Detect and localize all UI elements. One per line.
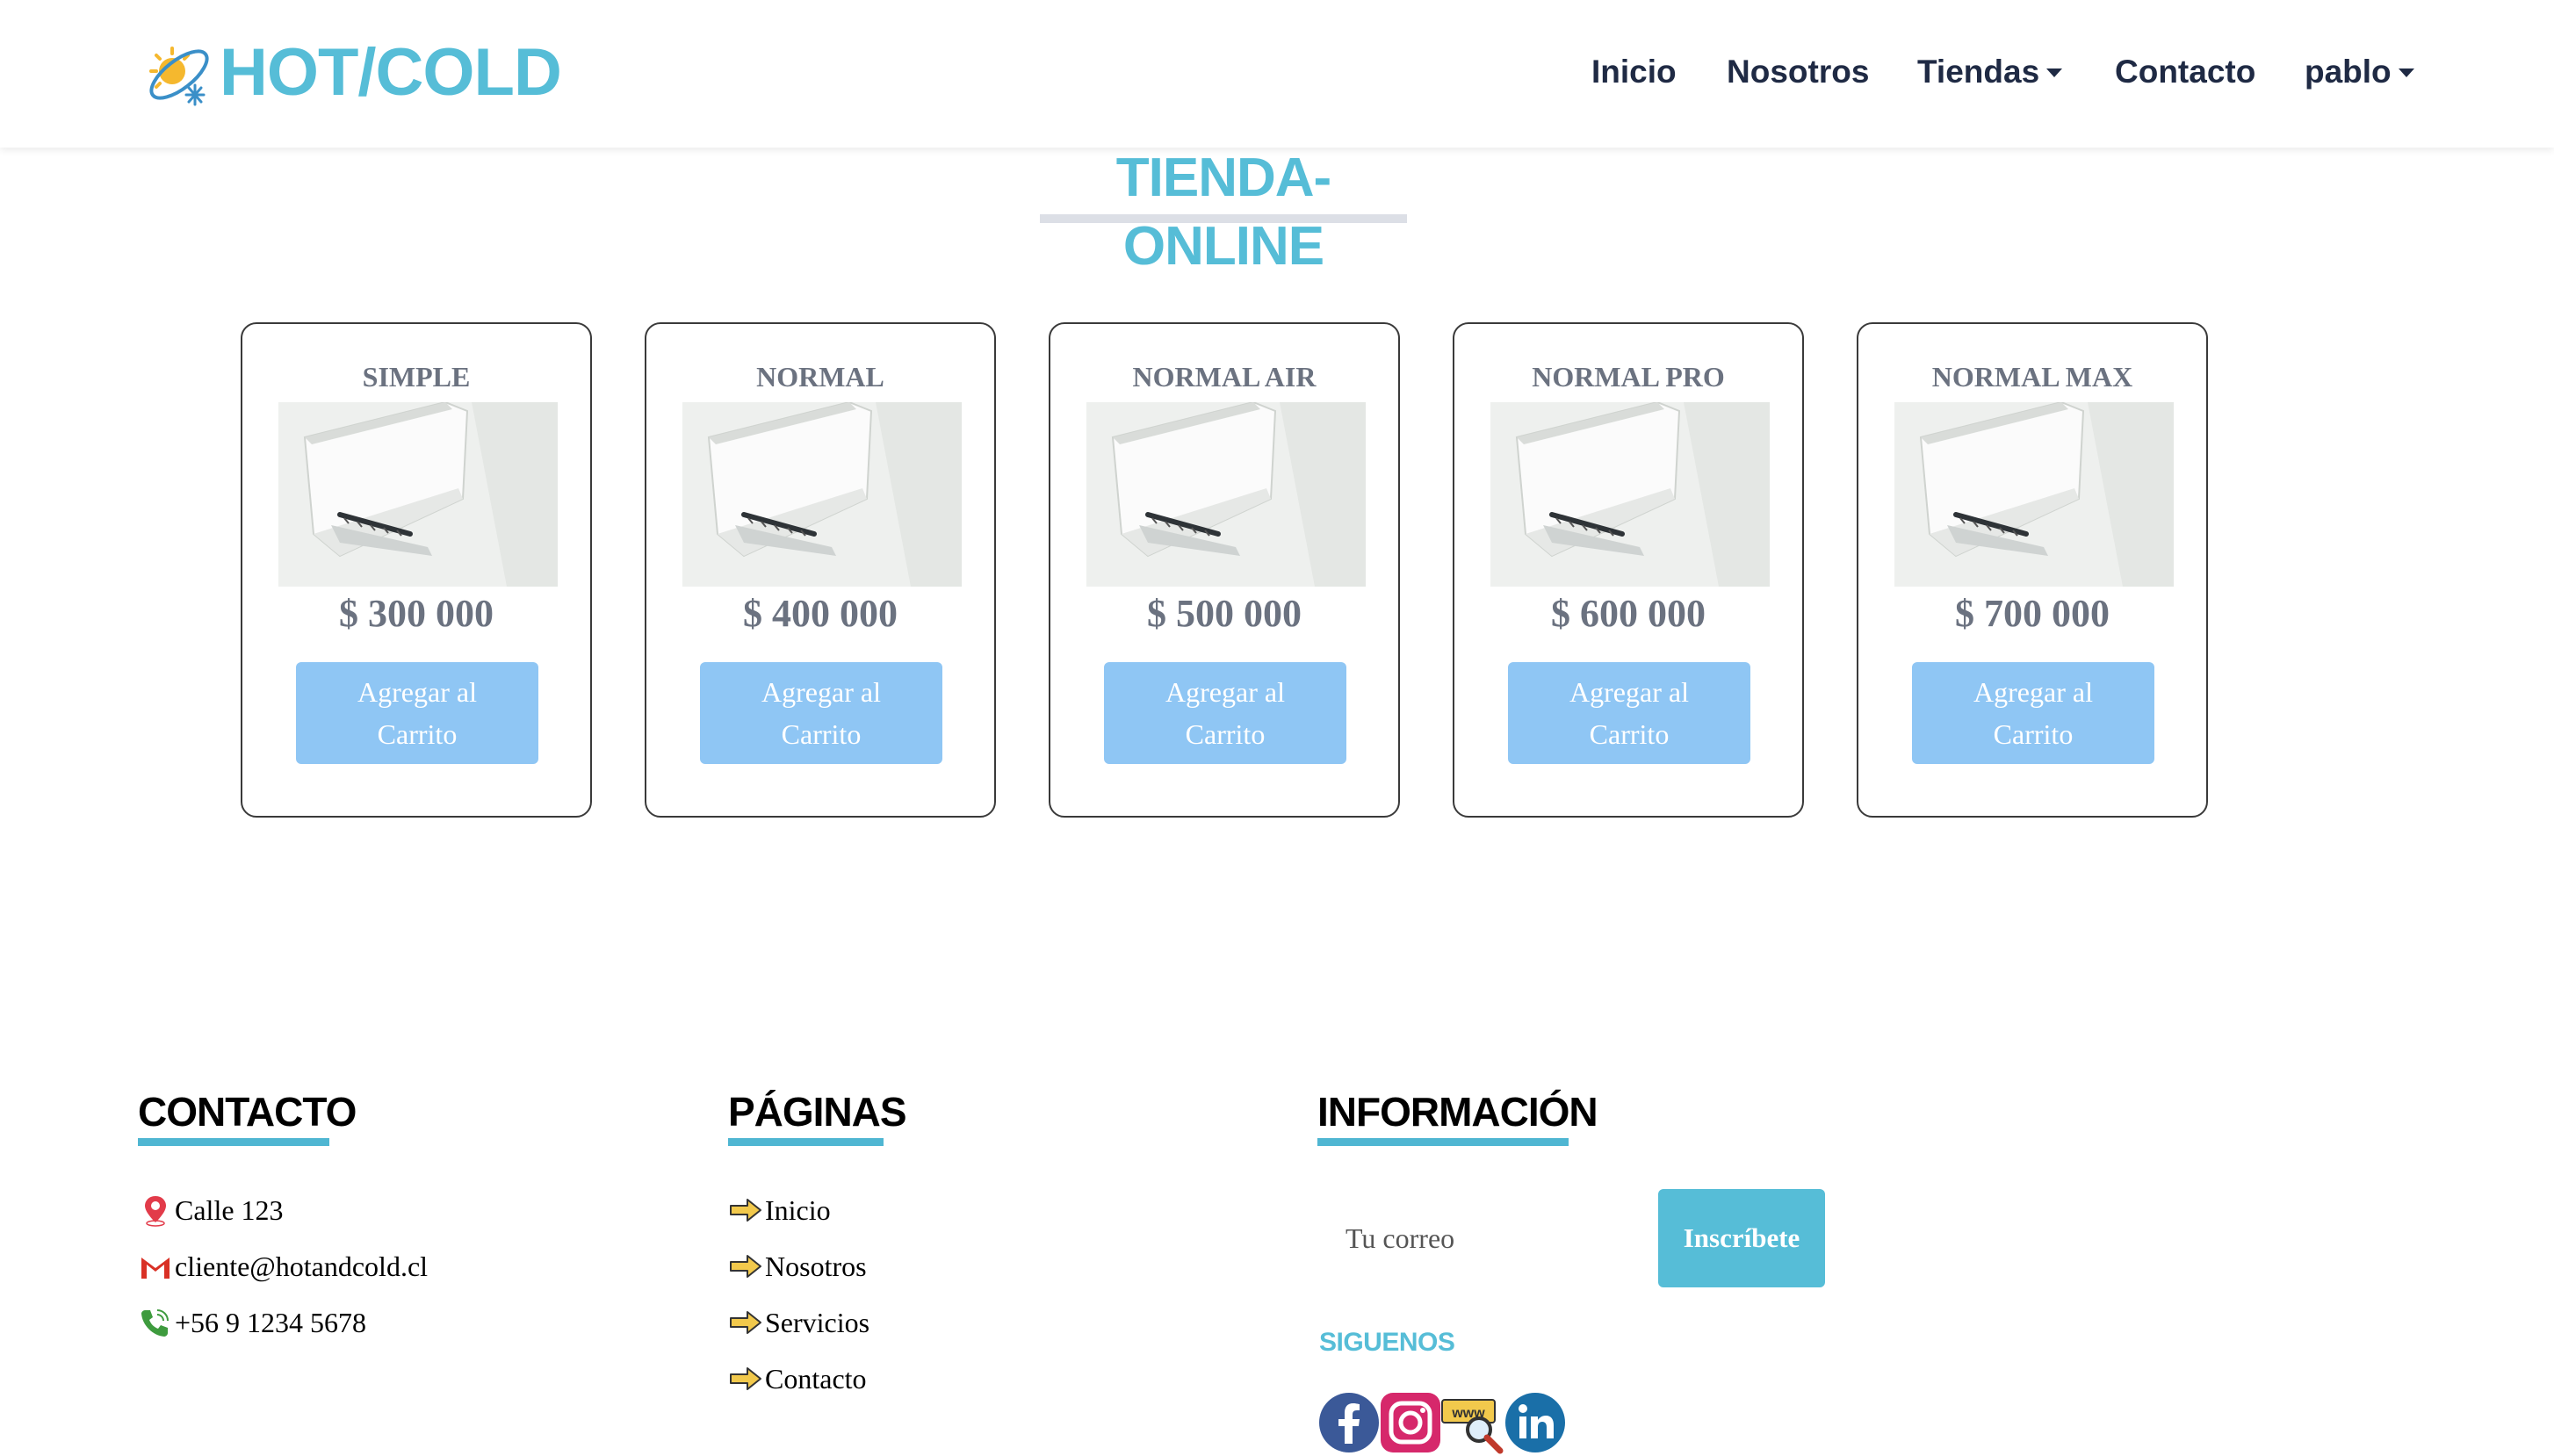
nav-item-tiendas[interactable]: Tiendas (1917, 46, 2063, 98)
add-to-cart-button[interactable]: Agregar al Carrito (1104, 662, 1346, 764)
air-conditioner-image (278, 402, 558, 587)
nav-item-contacto[interactable]: Contacto (2115, 46, 2255, 98)
product-card: NORMAL PRO $ 600 000 Agregar al Carrito (1453, 322, 1804, 818)
footer-page-link-label: Servicios (765, 1306, 870, 1338)
product-price: $ 700 000 (1955, 592, 2110, 635)
footer-info-underline (1317, 1138, 1569, 1146)
contact-email-text: cliente@hotandcold.cl (175, 1250, 429, 1282)
facebook-icon[interactable] (1317, 1391, 1381, 1454)
nav-item-tiendas-label: Tiendas (1917, 54, 2040, 90)
footer-page-link[interactable]: Contacto (728, 1359, 867, 1398)
website-search-icon[interactable]: www (1440, 1391, 1504, 1454)
arrow-right-icon (730, 1311, 761, 1334)
product-price: $ 400 000 (743, 592, 898, 635)
product-price: $ 500 000 (1147, 592, 1302, 635)
product-name: SIMPLE (362, 361, 471, 393)
product-name: NORMAL AIR (1132, 361, 1317, 393)
phone-icon (141, 1309, 169, 1337)
contact-phone-text: +56 9 1234 5678 (175, 1306, 367, 1338)
newsletter-email-input[interactable] (1317, 1189, 1658, 1287)
footer-contact-underline (138, 1138, 329, 1146)
arrow-right-icon (730, 1199, 761, 1222)
air-conditioner-image (1894, 402, 2174, 587)
product-name: NORMAL (756, 361, 884, 393)
footer-page-link-label: Contacto (765, 1362, 867, 1395)
mail-icon (141, 1258, 170, 1279)
footer-info-heading: INFORMACIÓN (1317, 1089, 1598, 1135)
footer-page-link[interactable]: Inicio (728, 1191, 831, 1229)
footer-page-link[interactable]: Nosotros (728, 1247, 867, 1286)
caret-down-icon (2398, 68, 2414, 77)
follow-us-label: SIGUENOS (1319, 1328, 1455, 1357)
product-card: NORMAL AIR $ 500 000 Agregar al Carrito (1049, 322, 1400, 818)
add-to-cart-button[interactable]: Agregar al Carrito (700, 662, 942, 764)
air-conditioner-image (682, 402, 962, 587)
nav-item-user-label: pablo (2305, 54, 2392, 90)
arrow-right-icon (730, 1255, 761, 1278)
sun-snowflake-logo-icon (149, 47, 209, 106)
subscribe-button[interactable]: Inscríbete (1658, 1189, 1825, 1287)
product-price: $ 300 000 (339, 592, 494, 635)
contact-address-text: Calle 123 (175, 1193, 284, 1226)
location-pin-icon (145, 1196, 166, 1227)
footer-pages-underline (728, 1138, 884, 1146)
add-to-cart-button[interactable]: Agregar al Carrito (1912, 662, 2154, 764)
contact-email[interactable]: cliente@hotandcold.cl (138, 1247, 428, 1286)
footer-page-link[interactable]: Servicios (728, 1303, 869, 1342)
product-name: NORMAL PRO (1532, 361, 1725, 393)
navbar: HOT/COLD Inicio Nosotros Tiendas Contact… (0, 0, 2554, 148)
footer-page-link-label: Inicio (765, 1193, 831, 1226)
contact-address: Calle 123 (138, 1191, 284, 1229)
product-card: SIMPLE $ 300 000 Agregar al Carrito (241, 322, 592, 818)
caret-down-icon (2046, 68, 2063, 77)
arrow-right-icon (730, 1367, 761, 1390)
linkedin-icon[interactable] (1504, 1391, 1567, 1454)
air-conditioner-image (1490, 402, 1770, 587)
air-conditioner-image (1086, 402, 1366, 587)
nav-item-inicio[interactable]: Inicio (1591, 46, 1677, 98)
add-to-cart-button[interactable]: Agregar al Carrito (1508, 662, 1750, 764)
brand-link[interactable]: HOT/COLD (141, 33, 562, 112)
page-title: TIENDA-ONLINE (1115, 148, 1331, 277)
nav-item-user[interactable]: pablo (2305, 46, 2414, 98)
product-name: NORMAL MAX (1931, 361, 2133, 393)
footer-pages-heading: PÁGINAS (728, 1089, 907, 1135)
product-price: $ 600 000 (1551, 592, 1706, 635)
add-to-cart-button[interactable]: Agregar al Carrito (296, 662, 538, 764)
contact-phone[interactable]: +56 9 1234 5678 (138, 1303, 366, 1342)
instagram-icon[interactable] (1379, 1391, 1442, 1454)
footer-contact-heading: CONTACTO (138, 1089, 357, 1135)
nav-item-nosotros[interactable]: Nosotros (1727, 46, 1869, 98)
title-underline (1040, 214, 1407, 223)
product-card: NORMAL $ 400 000 Agregar al Carrito (645, 322, 996, 818)
footer-page-link-label: Nosotros (765, 1250, 867, 1282)
brand-name: HOT/COLD (220, 35, 562, 110)
product-card: NORMAL MAX $ 700 000 Agregar al Carrito (1857, 322, 2208, 818)
